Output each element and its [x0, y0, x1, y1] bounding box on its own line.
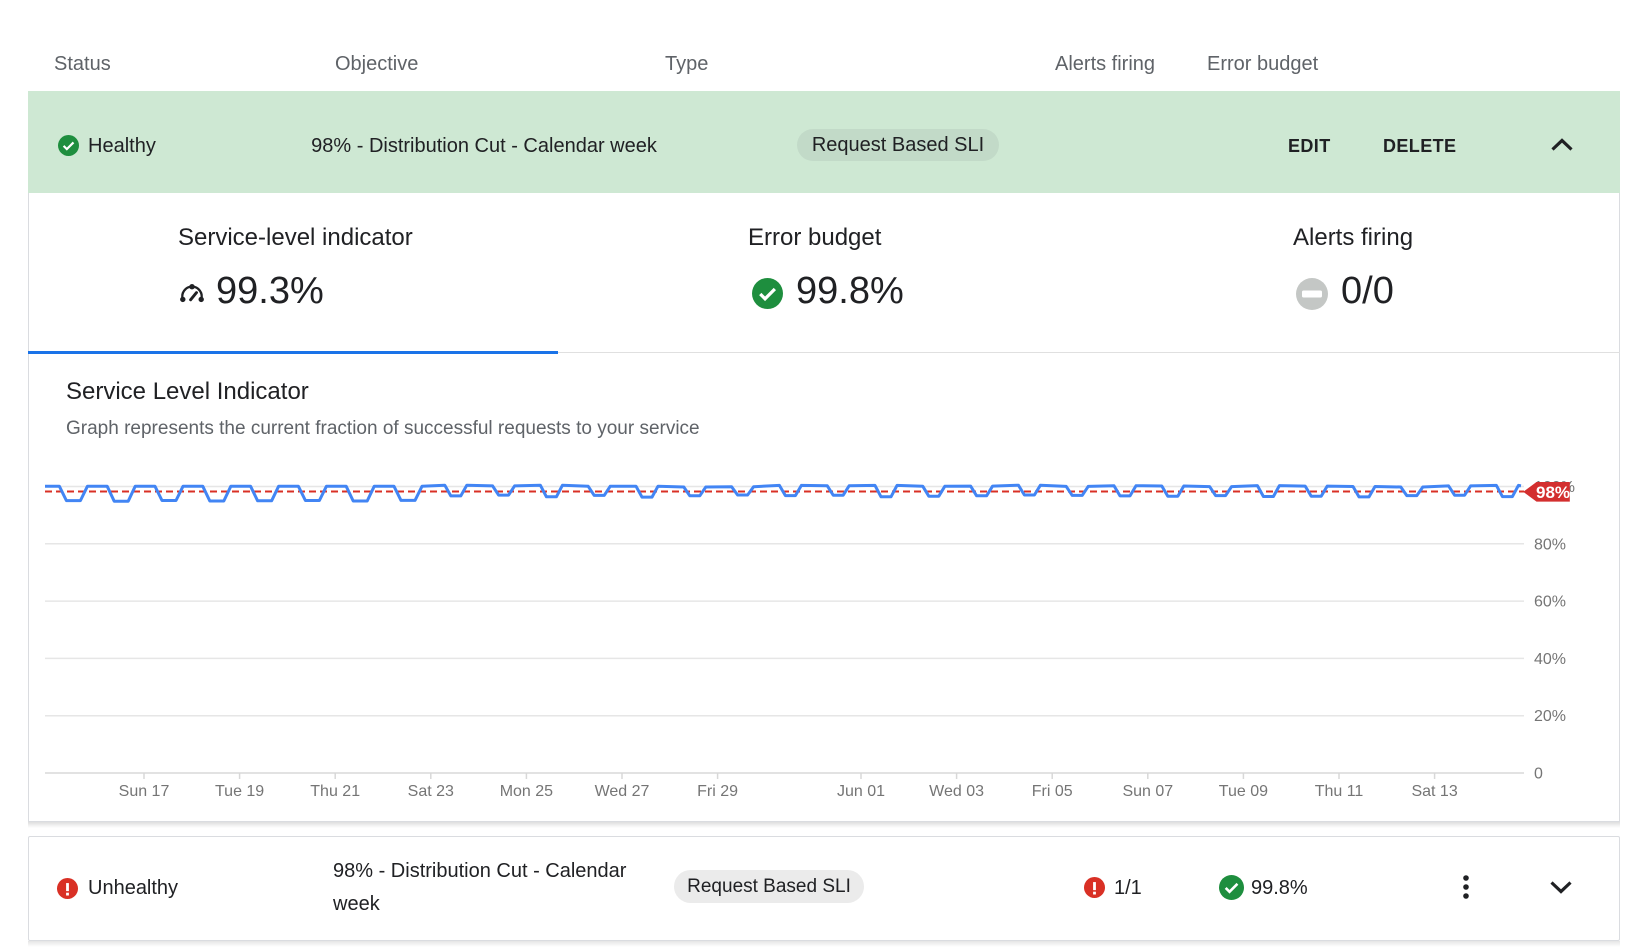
svg-text:Jun 01: Jun 01 [837, 783, 885, 800]
svg-text:60%: 60% [1534, 594, 1566, 611]
svg-text:Sat 23: Sat 23 [408, 783, 454, 800]
svg-text:98%: 98% [1536, 483, 1570, 502]
svg-text:Sun 17: Sun 17 [119, 783, 170, 800]
svg-text:Thu 11: Thu 11 [1315, 783, 1364, 800]
svg-text:0: 0 [1534, 766, 1543, 783]
svg-text:Wed 27: Wed 27 [595, 783, 650, 800]
svg-text:80%: 80% [1534, 536, 1566, 553]
svg-text:Fri 05: Fri 05 [1032, 783, 1073, 800]
svg-text:Sat 13: Sat 13 [1411, 783, 1457, 800]
svg-text:Thu 21: Thu 21 [310, 783, 360, 800]
svg-text:40%: 40% [1534, 651, 1566, 668]
svg-text:20%: 20% [1534, 708, 1566, 725]
svg-text:Wed 03: Wed 03 [929, 783, 984, 800]
svg-text:Sun 07: Sun 07 [1122, 783, 1173, 800]
svg-text:Tue 09: Tue 09 [1219, 783, 1268, 800]
svg-text:Tue 19: Tue 19 [215, 783, 264, 800]
svg-text:Fri 29: Fri 29 [697, 783, 738, 800]
svg-text:Mon 25: Mon 25 [500, 783, 553, 800]
